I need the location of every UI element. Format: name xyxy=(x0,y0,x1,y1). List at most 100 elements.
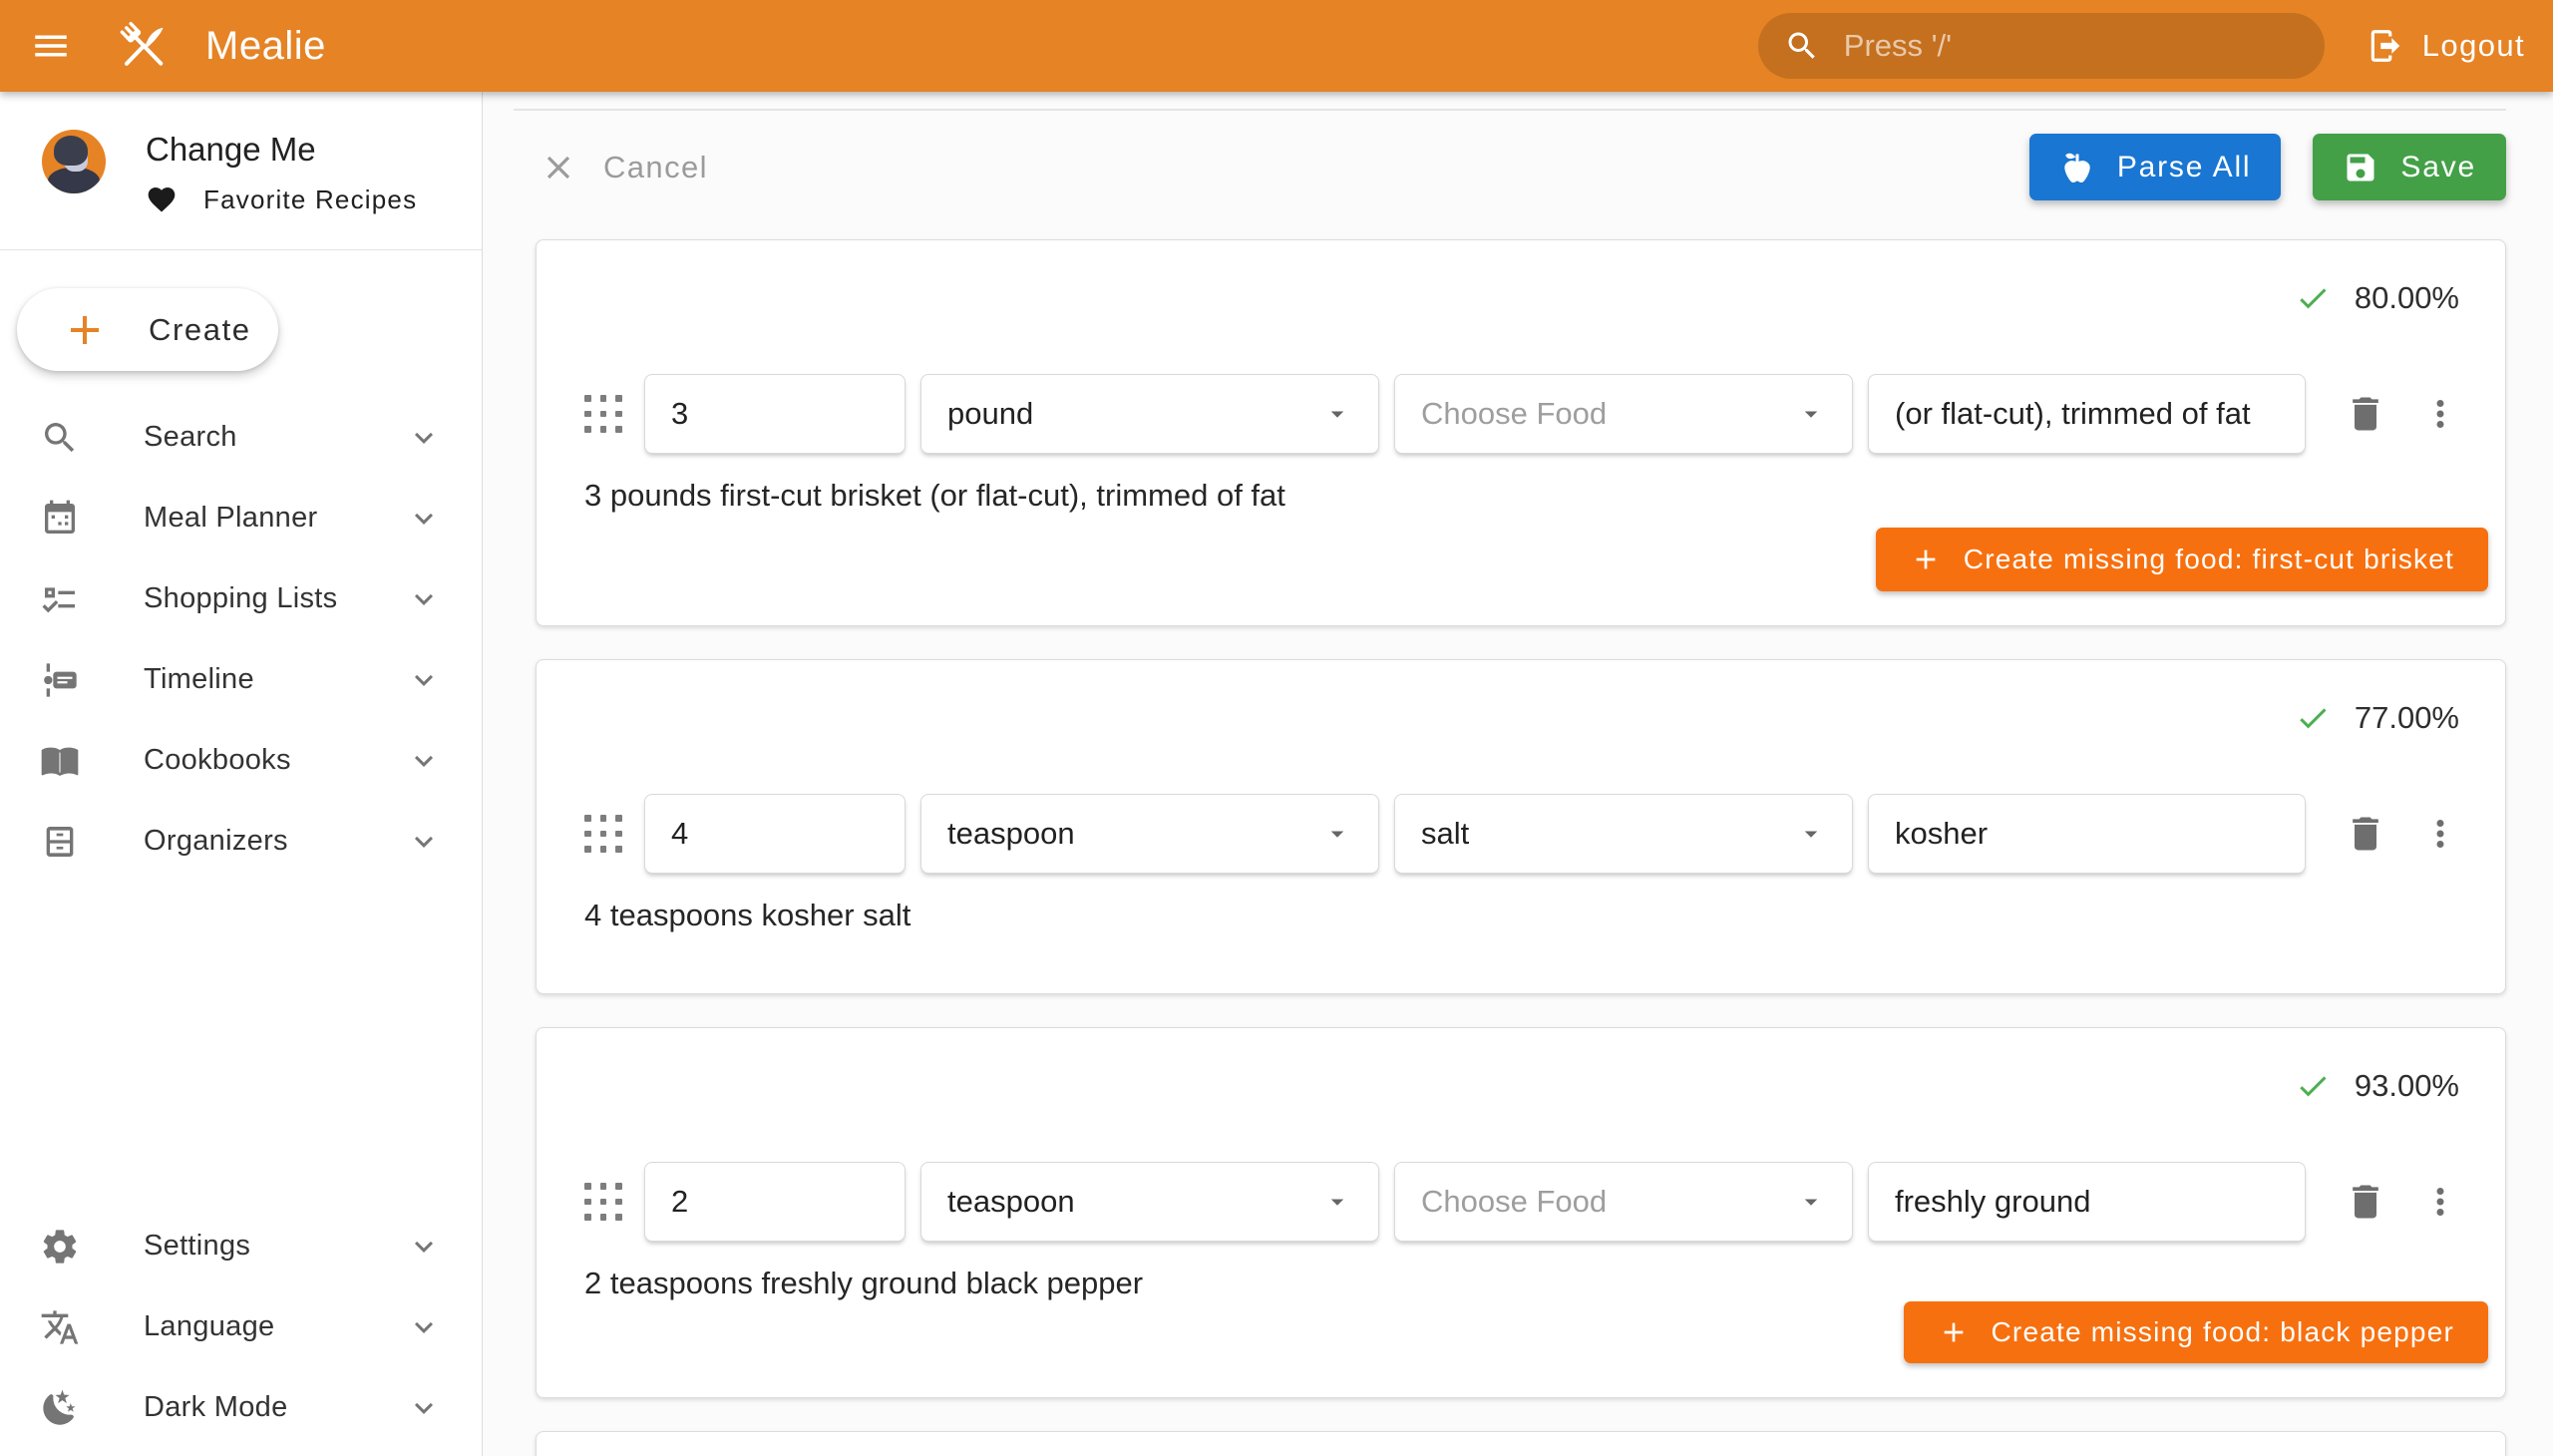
delete-button[interactable] xyxy=(2344,392,2387,436)
plus-icon xyxy=(1910,544,1942,575)
more-menu-button[interactable] xyxy=(2419,393,2461,435)
more-menu-button[interactable] xyxy=(2419,813,2461,855)
note-input[interactable] xyxy=(1868,374,2306,454)
quantity-input[interactable] xyxy=(644,1162,906,1242)
sidebar-item-cookbooks[interactable]: Cookbooks xyxy=(0,720,482,801)
food-select[interactable]: Choose Food xyxy=(1394,1162,1853,1242)
original-ingredient-text: 2 teaspoons freshly ground black pepper xyxy=(584,1266,2457,1301)
menu-down-icon xyxy=(1796,399,1826,429)
trash-icon xyxy=(2344,392,2387,436)
cog-icon xyxy=(40,1227,80,1267)
chevron-down-icon xyxy=(406,581,442,617)
confidence-row: 77.00% xyxy=(537,700,2505,736)
search-icon xyxy=(1784,28,1820,64)
chevron-down-icon xyxy=(406,824,442,860)
confidence-row: 93.00% xyxy=(537,1068,2505,1104)
close-icon xyxy=(540,149,577,186)
cabinet-icon xyxy=(40,822,80,862)
check-icon xyxy=(2295,700,2331,736)
timeline-icon xyxy=(40,660,80,700)
unit-value: teaspoon xyxy=(947,1184,1322,1220)
menu-icon[interactable] xyxy=(30,25,72,67)
unit-select[interactable]: pound xyxy=(920,374,1379,454)
chevron-down-icon xyxy=(406,662,442,698)
parser-toolbar: Cancel Parse All Save xyxy=(540,134,2506,200)
cancel-button[interactable]: Cancel xyxy=(540,149,708,186)
note-input[interactable] xyxy=(1868,1162,2306,1242)
logout-button[interactable]: Logout xyxy=(2367,27,2525,65)
ingredient-card: 93.00% teaspoon Choose Food 2 teaspo xyxy=(536,1027,2506,1398)
save-icon xyxy=(2343,150,2378,185)
confidence-value: 93.00% xyxy=(2355,1068,2459,1104)
ingredient-card: 77.00% teaspoon salt 4 teaspoons kos xyxy=(536,659,2506,994)
confidence-value: 77.00% xyxy=(2355,700,2459,736)
create-label: Create xyxy=(149,312,251,348)
chevron-down-icon xyxy=(406,1309,442,1345)
dots-vertical-icon xyxy=(2419,1181,2461,1223)
quantity-input[interactable] xyxy=(644,794,906,874)
trash-icon xyxy=(2344,812,2387,856)
create-missing-food-button[interactable]: Create missing food: first-cut brisket xyxy=(1876,528,2488,591)
food-value: Choose Food xyxy=(1421,396,1796,432)
magnify-icon xyxy=(40,418,80,458)
sidebar-item-language[interactable]: Language xyxy=(0,1286,482,1367)
unit-select[interactable]: teaspoon xyxy=(920,794,1379,874)
note-input[interactable] xyxy=(1868,794,2306,874)
ingredient-input-row: pound Choose Food xyxy=(537,374,2505,454)
chevron-down-icon xyxy=(406,1390,442,1426)
search-input[interactable] xyxy=(1842,27,2299,65)
food-select[interactable]: salt xyxy=(1394,794,1853,874)
unit-select[interactable]: teaspoon xyxy=(920,1162,1379,1242)
create-missing-food-label: Create missing food: first-cut brisket xyxy=(1964,544,2454,575)
original-ingredient-text: 4 teaspoons kosher salt xyxy=(584,898,2457,933)
more-menu-button[interactable] xyxy=(2419,1181,2461,1223)
plus-icon xyxy=(61,306,109,354)
menu-down-icon xyxy=(1322,399,1352,429)
avatar[interactable] xyxy=(42,130,106,193)
sidebar-item-dark-mode[interactable]: Dark Mode xyxy=(0,1367,482,1448)
ingredient-card: 80.00% pound Choose Food 3 pounds fi xyxy=(536,239,2506,626)
quantity-input[interactable] xyxy=(644,374,906,454)
chevron-down-icon xyxy=(406,1229,442,1265)
sidebar-item-timeline[interactable]: Timeline xyxy=(0,639,482,720)
dots-vertical-icon xyxy=(2419,813,2461,855)
create-missing-food-button[interactable]: Create missing food: black pepper xyxy=(1904,1301,2489,1363)
food-apple-icon xyxy=(2059,150,2095,185)
sidebar-divider xyxy=(0,249,482,250)
sidebar-item-shopping-lists[interactable]: Shopping Lists xyxy=(0,558,482,639)
parse-all-label: Parse All xyxy=(2117,151,2252,184)
search-bar[interactable] xyxy=(1758,13,2325,79)
list-checks-icon xyxy=(40,579,80,619)
chevron-down-icon xyxy=(406,420,442,456)
logout-icon xyxy=(2367,27,2404,65)
favorite-recipes-link[interactable]: Favorite Recipes xyxy=(146,183,417,215)
content-top-divider xyxy=(514,109,2506,111)
drag-handle-icon[interactable] xyxy=(584,1183,622,1221)
drag-handle-icon[interactable] xyxy=(584,395,622,433)
ingredient-card-list: 80.00% pound Choose Food 3 pounds fi xyxy=(536,239,2506,1456)
sidebar-item-meal-planner[interactable]: Meal Planner xyxy=(0,478,482,558)
food-value: salt xyxy=(1421,816,1796,852)
trash-icon xyxy=(2344,1180,2387,1224)
ingredient-card-partial xyxy=(536,1431,2506,1456)
sidebar-nav-bottom: Settings Language Dark Mode xyxy=(0,1206,482,1456)
sidebar-item-search[interactable]: Search xyxy=(0,397,482,478)
drag-handle-icon[interactable] xyxy=(584,815,622,853)
sidebar-item-organizers[interactable]: Organizers xyxy=(0,801,482,882)
ingredient-input-row: teaspoon Choose Food xyxy=(537,1162,2505,1242)
sidebar-nav: Search Meal Planner Shopping Lists Timel… xyxy=(0,397,482,882)
sidebar-item-settings[interactable]: Settings xyxy=(0,1206,482,1286)
delete-button[interactable] xyxy=(2344,1180,2387,1224)
confidence-row: 80.00% xyxy=(537,280,2505,316)
food-select[interactable]: Choose Food xyxy=(1394,374,1853,454)
app-title: Mealie xyxy=(205,24,326,69)
menu-down-icon xyxy=(1796,1187,1826,1217)
save-button[interactable]: Save xyxy=(2313,134,2506,200)
plus-icon xyxy=(1938,1316,1970,1348)
main-content: Cancel Parse All Save 80.00% pound xyxy=(484,92,2553,1456)
dots-vertical-icon xyxy=(2419,393,2461,435)
parse-all-button[interactable]: Parse All xyxy=(2029,134,2282,200)
create-button[interactable]: Create xyxy=(17,288,278,371)
logout-label: Logout xyxy=(2422,28,2525,64)
delete-button[interactable] xyxy=(2344,812,2387,856)
